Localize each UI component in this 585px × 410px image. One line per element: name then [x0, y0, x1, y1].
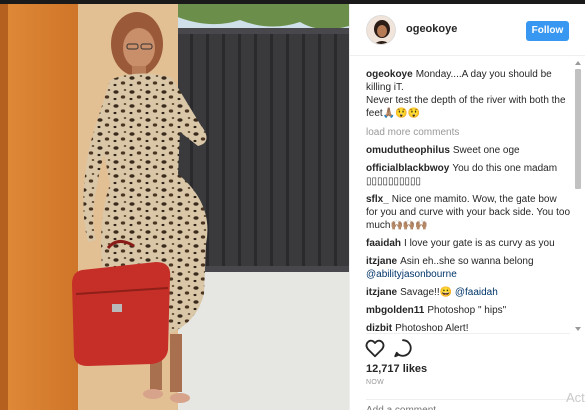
caption: ogeokoye Monday....A day you should be ki…	[366, 68, 571, 120]
post-username[interactable]: ogeokoye	[406, 23, 457, 35]
comment-text: Sweet one oge	[452, 145, 520, 156]
scroll-up-arrow-icon[interactable]	[575, 61, 581, 65]
comment-item: itzjane Savage!!😀 @faaidah	[366, 286, 571, 299]
comment-text: Photoshop " hips"	[427, 305, 507, 316]
comments-scrollbar[interactable]	[573, 61, 583, 331]
comment-username[interactable]: mbgolden11	[366, 305, 424, 316]
post-header: ogeokoye Follow	[350, 4, 585, 56]
comment-text: Savage!!😀	[400, 287, 453, 298]
comment-item: omudutheophilus Sweet one oge	[366, 144, 571, 157]
comment-username[interactable]: omudutheophilus	[366, 145, 450, 156]
comment-username[interactable]: itzjane	[366, 287, 397, 298]
comment-item: dizbit Photoshop Alert!	[366, 322, 571, 331]
comment-text: Asin eh..she so wanna belong	[400, 256, 534, 267]
add-comment-input[interactable]	[366, 405, 546, 410]
avatar[interactable]	[366, 15, 396, 45]
load-more-comments-link[interactable]: load more comments	[366, 126, 571, 139]
comment-mention-link[interactable]: @faaidah	[455, 287, 498, 298]
comment-text: I love your gate is as curvy as you	[404, 238, 555, 249]
divider	[366, 333, 570, 334]
comment-item: mbgolden11 Photoshop " hips"	[366, 304, 571, 317]
avatar-image	[367, 16, 395, 44]
comment-text: Photoshop Alert!	[395, 323, 469, 331]
follow-button[interactable]: Follow	[526, 21, 569, 41]
comments-list[interactable]: ogeokoye Monday....A day you should be ki…	[366, 68, 571, 331]
caption-username[interactable]: ogeokoye	[366, 69, 413, 80]
scroll-down-arrow-icon[interactable]	[575, 327, 581, 331]
comment-item: itzjane Asin eh..she so wanna belong @abi…	[366, 255, 571, 281]
activate-windows-watermark: Act	[566, 390, 585, 405]
comment-item: sflx_ Nice one mamito. Wow, the gate bow …	[366, 193, 571, 232]
comment-username[interactable]: dizbit	[366, 323, 392, 331]
comment-mention-link[interactable]: @abilityjasonbourne	[366, 269, 457, 280]
comment-username[interactable]: officialblackbwoy	[366, 163, 449, 174]
scrollbar-thumb[interactable]	[575, 69, 581, 189]
likes-count[interactable]: 12,717 likes	[366, 363, 427, 375]
post-timestamp: NOW	[366, 379, 385, 386]
comment-text: Nice one mamito. Wow, the gate bow for y…	[366, 194, 571, 231]
comment-item: officialblackbwoy You do this one madam ▯…	[366, 162, 571, 188]
divider	[366, 399, 570, 400]
post-sidebar: ogeokoye Follow ogeokoye Monday....A day …	[349, 4, 585, 410]
post-photo[interactable]	[0, 4, 349, 410]
comment-username[interactable]: sflx_	[366, 194, 389, 205]
comment-username[interactable]: itzjane	[366, 256, 397, 267]
comment-item: faaidah I love your gate is as curvy as y…	[366, 237, 571, 250]
comment-username[interactable]: faaidah	[366, 238, 401, 249]
heart-icon[interactable]	[364, 337, 386, 359]
comment-icon[interactable]	[392, 337, 414, 359]
photo-illustration	[0, 4, 349, 410]
